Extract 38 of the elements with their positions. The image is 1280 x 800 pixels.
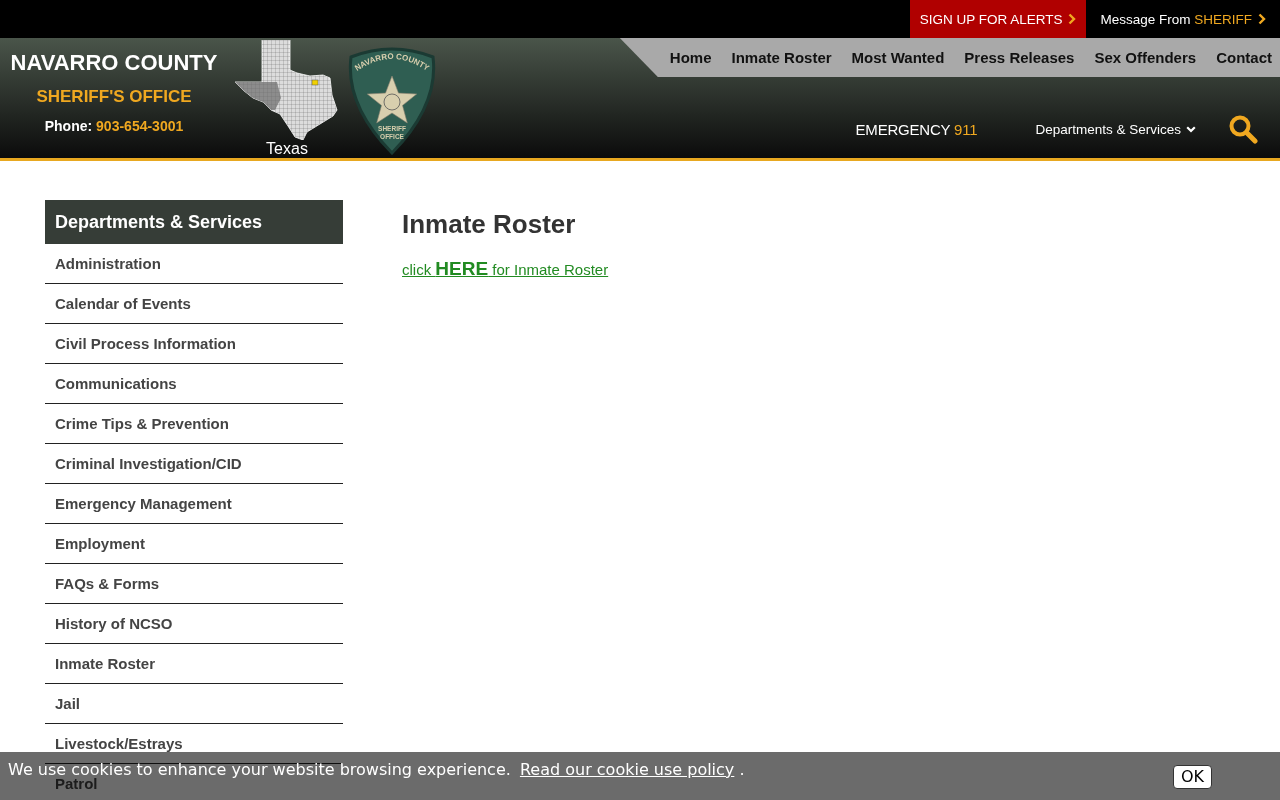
sidebar-link[interactable]: Emergency Management bbox=[55, 496, 232, 511]
emergency-number: EMERGENCY 911 bbox=[855, 120, 978, 138]
nav-link[interactable]: Most Wanted bbox=[851, 49, 945, 66]
sidebar-header: Departments & Services bbox=[45, 200, 343, 244]
sidebar-link[interactable]: Employment bbox=[55, 536, 145, 551]
nav-link[interactable]: Sex Offenders bbox=[1094, 49, 1197, 66]
sidebar-link[interactable]: History of NCSO bbox=[55, 616, 173, 631]
chevron-right-icon bbox=[1068, 13, 1077, 25]
county-marker-icon bbox=[311, 79, 319, 86]
phone-text: Phone: 903-654-3001 bbox=[44, 117, 184, 136]
page-title: Inmate Roster bbox=[402, 208, 576, 240]
departments-menu-button[interactable]: Departments & Services bbox=[1035, 121, 1196, 137]
cookie-message: We use cookies to enhance your website browsing experience. Read our cookie use policy . bbox=[8, 760, 745, 779]
chevron-right-icon bbox=[1258, 13, 1266, 25]
sidebar-link[interactable]: Livestock/Estrays bbox=[55, 736, 183, 751]
sidebar-link[interactable]: Crime Tips & Prevention bbox=[55, 416, 229, 431]
sidebar-link[interactable]: Communications bbox=[55, 376, 177, 391]
site-title: NAVARRO COUNTY bbox=[10, 49, 218, 77]
search-icon[interactable] bbox=[1228, 114, 1258, 144]
sidebar-link[interactable]: Jail bbox=[55, 696, 81, 711]
chevron-down-icon bbox=[1186, 125, 1196, 133]
site-subtitle: SHERIFF'S OFFICE bbox=[36, 86, 192, 108]
sidebar-link[interactable]: Inmate Roster bbox=[55, 656, 156, 671]
sidebar-link[interactable]: Criminal Investigation/CID bbox=[55, 456, 242, 471]
sidebar-link[interactable]: Civil Process Information bbox=[55, 336, 236, 351]
inmate-roster-link[interactable]: click HERE for Inmate Roster bbox=[402, 258, 609, 281]
cookie-policy-link[interactable]: Read our cookie use policy bbox=[519, 760, 735, 779]
nav-link[interactable]: Inmate Roster bbox=[731, 49, 832, 66]
ok-button[interactable]: OK bbox=[1172, 765, 1212, 789]
alerts-button[interactable]: SIGN UP FOR ALERTS bbox=[909, 0, 1087, 38]
sidebar-link[interactable]: Administration bbox=[55, 256, 161, 271]
nav-link[interactable]: Home bbox=[669, 49, 712, 66]
sidebar-link[interactable]: Calendar of Events bbox=[55, 296, 191, 311]
map-label: Texas bbox=[266, 140, 308, 158]
nav-link[interactable]: Press Releases bbox=[964, 49, 1075, 66]
message-link[interactable]: Message From SHERIFF bbox=[1086, 0, 1266, 38]
nav-link[interactable]: Contact bbox=[1216, 49, 1272, 66]
sidebar-link[interactable]: FAQs & Forms bbox=[55, 576, 160, 591]
